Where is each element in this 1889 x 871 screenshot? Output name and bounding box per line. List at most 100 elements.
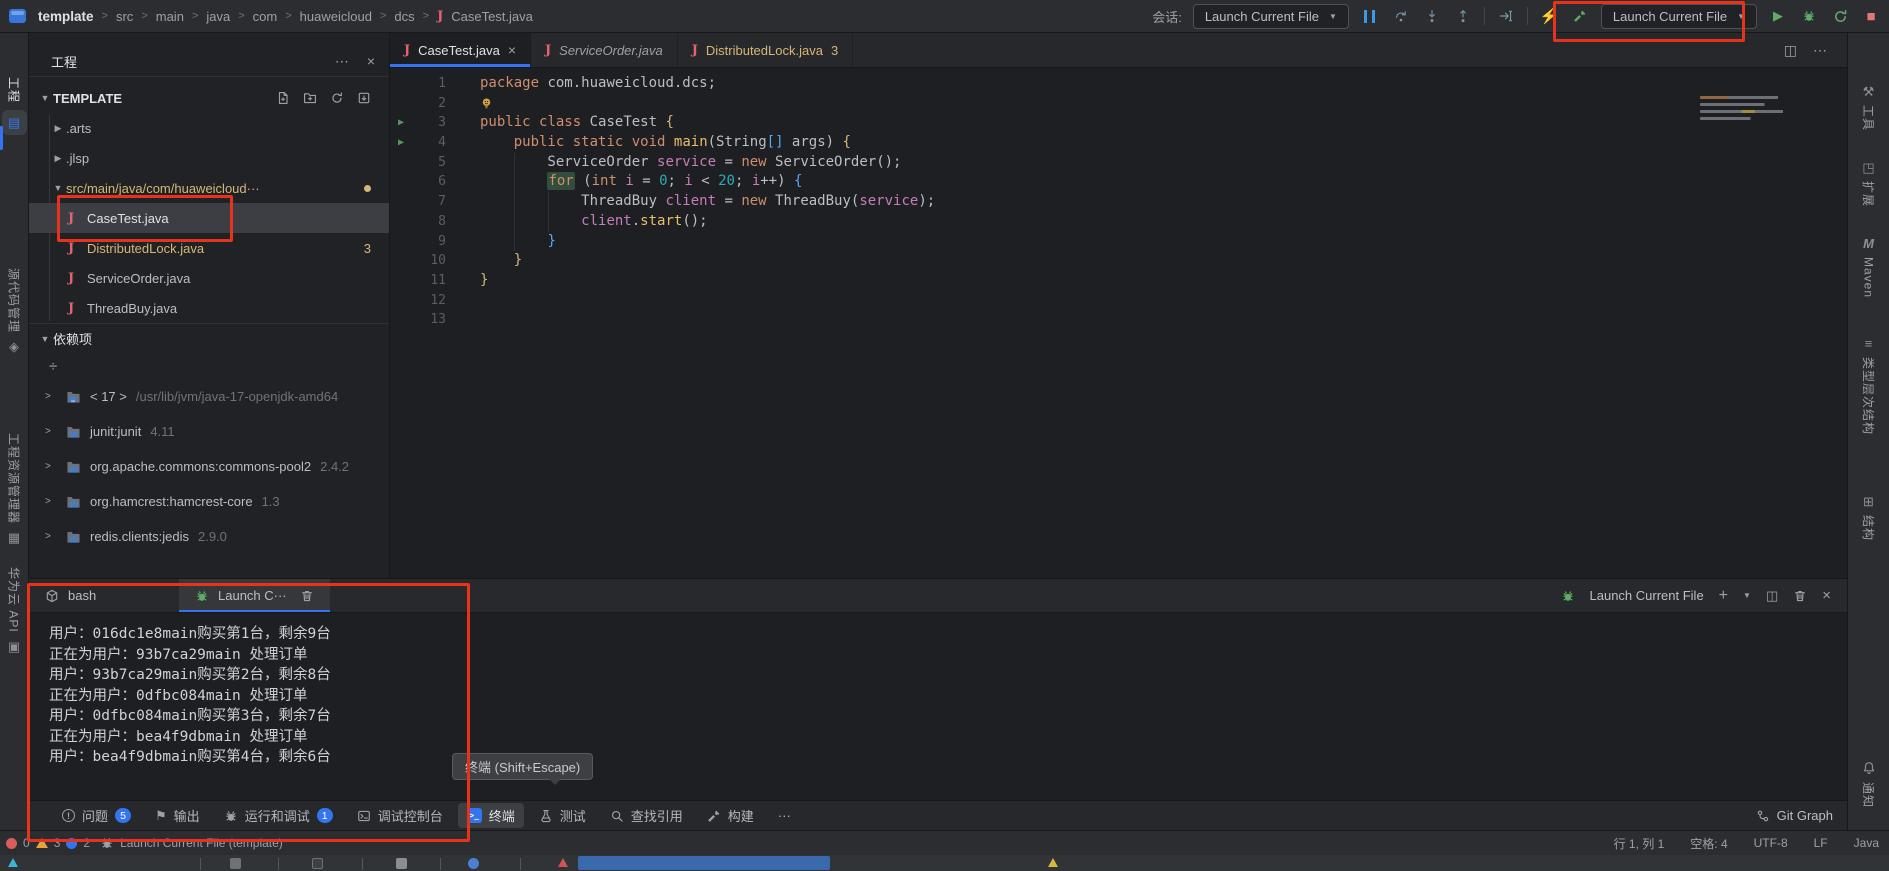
breadcrumb-file[interactable]: CaseTest.java <box>451 9 533 24</box>
editor-tab[interactable]: JCaseTest.java× <box>390 33 531 67</box>
new-folder-icon[interactable] <box>303 91 317 105</box>
more-options-icon[interactable]: ⋯ <box>1813 42 1827 59</box>
dependency-row[interactable]: >redis.clients:jedis2.9.0 <box>29 519 389 554</box>
tool-window-button-problems[interactable]: !问题5 <box>53 803 140 828</box>
dependency-row[interactable]: >junit:junit4.11 <box>29 414 389 449</box>
sidebar-item-struct[interactable]: ⊞结构 <box>1848 495 1889 541</box>
indent-setting[interactable]: 空格: 4 <box>1690 835 1727 852</box>
collapse-all-icon[interactable] <box>357 91 371 105</box>
trash-icon[interactable] <box>300 589 314 603</box>
chevron-right-icon[interactable]: > <box>45 426 57 437</box>
stop-button[interactable]: ■ <box>1861 5 1881 27</box>
sidebar-item-hier[interactable]: ≡类型层次结构 <box>1848 337 1889 435</box>
more-options-icon[interactable]: ⋯ <box>335 53 349 70</box>
trash-icon[interactable] <box>1793 589 1807 603</box>
breadcrumb-item[interactable]: dcs <box>394 9 414 24</box>
run-gutter-icon[interactable]: ▶ <box>390 133 412 153</box>
tree-row[interactable]: JDistributedLock.java3 <box>29 233 389 263</box>
chevron-right-icon[interactable]: ▶ <box>50 153 66 164</box>
breadcrumb-item[interactable]: com <box>253 9 278 24</box>
tree-row[interactable]: ▶.jlsp <box>29 143 389 173</box>
session-dropdown[interactable]: Launch Current File▼ <box>1193 4 1349 29</box>
terminal-tab[interactable]: bash <box>29 579 179 612</box>
tool-window-button-flag[interactable]: ⚑输出 <box>146 803 209 828</box>
sidebar-item-huawei-api[interactable]: 华为云 API▣ <box>0 567 28 653</box>
tree-row[interactable]: JCaseTest.java <box>29 203 389 233</box>
debug-button[interactable] <box>1799 5 1819 27</box>
step-over-icon[interactable] <box>1391 5 1411 27</box>
tool-window-button-build[interactable]: 构建 <box>698 803 763 828</box>
git-graph-button[interactable]: Git Graph <box>1756 808 1847 823</box>
pause-button[interactable] <box>1360 5 1380 27</box>
file-type[interactable]: Java <box>1854 836 1879 850</box>
tree-row[interactable]: ▶.arts <box>29 113 389 143</box>
terminal-output[interactable]: 用户：016dc1e8main购买第1台，剩余9台正在为用户：93b7ca29m… <box>29 613 1847 768</box>
tool-window-button-search[interactable]: 查找引用 <box>601 803 692 828</box>
breadcrumb-item[interactable]: huaweicloud <box>300 9 372 24</box>
step-out-icon[interactable] <box>1453 5 1473 27</box>
taskbar-active-window[interactable] <box>578 856 830 870</box>
code-editor[interactable]: 1package com.huaweicloud.dcs;2▶3public c… <box>390 68 1847 578</box>
tree-row[interactable]: ▼src/main/java/com/huaweicloud··· <box>29 173 389 203</box>
lightning-icon[interactable]: ⚡ <box>1539 5 1559 27</box>
chevron-right-icon[interactable]: > <box>45 391 57 402</box>
taskbar-app-icon[interactable] <box>396 858 407 869</box>
terminal-tab[interactable]: Launch C··· <box>179 579 330 612</box>
split-icon[interactable]: ◫ <box>1766 588 1778 604</box>
tool-window-button-debug[interactable]: 运行和调试1 <box>215 803 342 828</box>
chevron-right-icon[interactable]: > <box>45 531 57 542</box>
step-into-icon[interactable] <box>1422 5 1442 27</box>
breadcrumb-item[interactable]: main <box>156 9 184 24</box>
hide-panel-icon[interactable]: × <box>367 53 375 70</box>
chevron-down-icon[interactable]: ▼ <box>1743 591 1751 600</box>
tool-window-button-terminal[interactable]: >_终端 <box>458 803 524 828</box>
sidebar-item-project[interactable]: 工程▤ <box>0 77 28 135</box>
build-hammer-icon[interactable] <box>1570 5 1590 27</box>
tool-window-button-console[interactable]: 调试控制台 <box>348 803 452 828</box>
chevron-right-icon[interactable]: > <box>45 496 57 507</box>
editor-tab[interactable]: JServiceOrder.java <box>531 33 678 67</box>
editor-tab[interactable]: JDistributedLock.java3 <box>678 33 853 67</box>
run-to-cursor-icon[interactable] <box>1496 5 1516 27</box>
dependency-row[interactable]: >< 17 >/usr/lib/jvm/java-17-openjdk-amd6… <box>29 379 389 414</box>
taskbar-app-icon[interactable] <box>558 858 568 867</box>
encoding[interactable]: UTF-8 <box>1754 836 1788 850</box>
chevron-down-icon[interactable]: ▼ <box>37 93 53 103</box>
taskbar-app-icon[interactable] <box>1048 858 1058 867</box>
breadcrumb-item[interactable]: java <box>206 9 230 24</box>
tree-row[interactable]: JServiceOrder.java <box>29 263 389 293</box>
sidebar-item-tools[interactable]: ⚒工具 <box>1848 85 1889 131</box>
chevron-down-icon[interactable]: ▼ <box>37 334 53 344</box>
new-file-icon[interactable] <box>276 91 290 105</box>
taskbar-app-icon[interactable] <box>8 858 18 867</box>
breadcrumb-item[interactable]: src <box>116 9 133 24</box>
sidebar-item-bell[interactable]: 通知 <box>1848 761 1889 808</box>
chevron-down-icon[interactable]: ▼ <box>50 183 66 193</box>
sidebar-item-source-control[interactable]: 源代码管理◈ <box>0 268 28 353</box>
line-ending[interactable]: LF <box>1814 836 1828 850</box>
dependency-row[interactable]: >org.hamcrest:hamcrest-core1.3 <box>29 484 389 519</box>
status-run-config[interactable]: Launch Current File (template) <box>100 836 283 850</box>
tree-row[interactable]: ▼TEMPLATE <box>29 83 389 113</box>
chevron-right-icon[interactable]: ▶ <box>50 123 66 134</box>
sidebar-item-maven[interactable]: MMaven <box>1848 237 1889 298</box>
split-editor-icon[interactable]: ◫ <box>1784 42 1797 59</box>
taskbar-app-icon[interactable] <box>230 858 241 869</box>
refresh-icon[interactable] <box>330 91 344 105</box>
taskbar-app-icon[interactable] <box>468 858 479 869</box>
sidebar-item-ext[interactable]: ◳扩展 <box>1848 161 1889 207</box>
run-gutter-icon[interactable]: ▶ <box>390 113 412 133</box>
close-panel-icon[interactable]: × <box>1822 587 1831 604</box>
run-config-dropdown[interactable]: Launch Current File▼ <box>1601 4 1757 29</box>
intention-bulb-icon[interactable] <box>480 96 493 110</box>
dependency-row[interactable]: >org.apache.commons:commons-pool22.4.2 <box>29 449 389 484</box>
close-tab-icon[interactable]: × <box>508 42 516 58</box>
taskbar-app-icon[interactable] <box>312 858 323 869</box>
caret-position[interactable]: 行 1, 列 1 <box>1614 835 1665 852</box>
app-icon[interactable] <box>9 9 26 23</box>
tree-row[interactable]: JThreadBuy.java <box>29 293 389 323</box>
chevron-right-icon[interactable]: > <box>45 461 57 472</box>
tool-window-button-more[interactable]: ··· <box>769 805 800 826</box>
sidebar-item-explorer[interactable]: 工程资源管理器▦ <box>0 433 28 544</box>
run-button[interactable]: ▶ <box>1768 5 1788 27</box>
